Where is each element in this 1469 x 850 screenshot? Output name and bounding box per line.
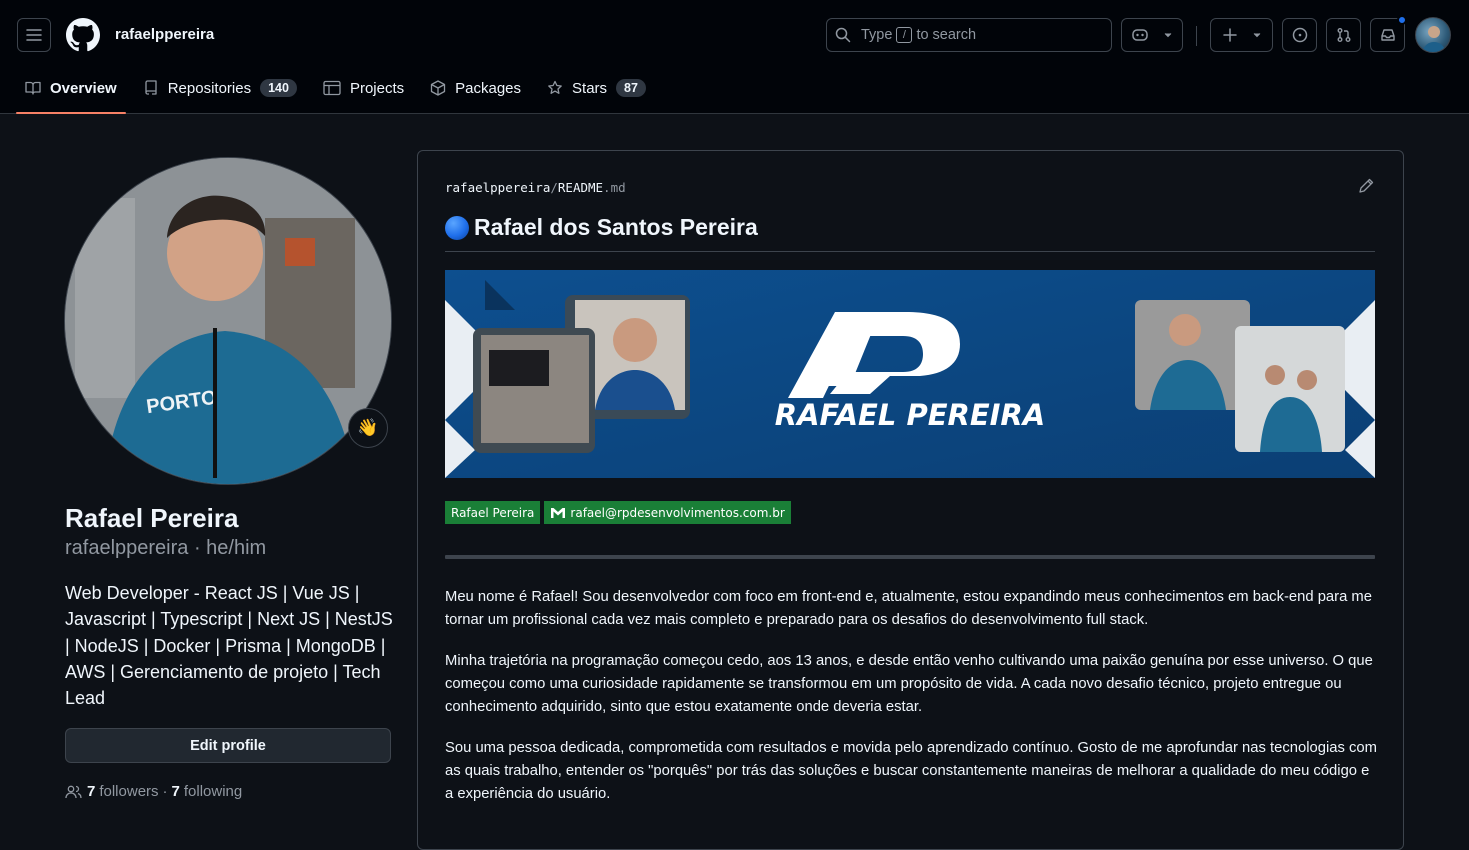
- email-badge[interactable]: rafael@rpdesenvolvimentos.com.br: [544, 501, 791, 524]
- following-count[interactable]: 7: [172, 783, 180, 800]
- contact-badges: Rafael Pereira rafael@rpdesenvolvimentos…: [445, 501, 795, 524]
- tab-repositories-label: Repositories: [167, 79, 252, 97]
- tab-packages-label: Packages: [455, 79, 522, 97]
- gmail-icon: [551, 507, 566, 518]
- hamburger-icon: [26, 29, 42, 41]
- chevron-down-icon: [1253, 33, 1260, 38]
- issue-opened-icon: [1292, 27, 1307, 43]
- top-header: rafaelppereira Type / to search Overview…: [0, 0, 1469, 114]
- search-icon: [835, 27, 851, 43]
- repositories-count-badge: 140: [260, 79, 297, 97]
- issues-button[interactable]: [1282, 18, 1317, 52]
- name-badge[interactable]: Rafael Pereira: [445, 501, 541, 524]
- status-emoji-button[interactable]: 👋: [348, 408, 388, 448]
- readme-owner-link[interactable]: rafaelppereira: [445, 180, 550, 195]
- follow-separator: ·: [162, 783, 168, 800]
- tab-packages[interactable]: Packages: [421, 70, 530, 106]
- waving-hand-icon: 👋: [357, 418, 379, 437]
- following-link[interactable]: following: [184, 783, 242, 800]
- tab-overview-label: Overview: [50, 79, 117, 97]
- profile-login-pronouns: rafaelppereira · he/him: [65, 537, 267, 559]
- edit-profile-button[interactable]: Edit profile: [65, 728, 391, 763]
- pull-requests-button[interactable]: [1326, 18, 1361, 52]
- banner-text: RAFAEL PEREIRA: [775, 398, 1045, 432]
- follow-stats: 7 followers · 7 following: [65, 783, 242, 800]
- email-badge-text: rafael@rpdesenvolvimentos.com.br: [570, 505, 785, 520]
- readme-paragraph: Meu nome é Rafael! Sou desenvolvedor com…: [445, 589, 1372, 628]
- header-divider: [1196, 26, 1197, 46]
- menu-button[interactable]: [17, 18, 51, 52]
- tab-stars[interactable]: Stars 87: [538, 70, 655, 106]
- star-icon: [548, 80, 562, 94]
- heading-divider: [445, 251, 1375, 252]
- pencil-icon: [1359, 178, 1374, 193]
- readme-file-link[interactable]: README: [558, 180, 603, 195]
- search-input[interactable]: Type / to search: [826, 18, 1112, 52]
- blue-circle-icon: [445, 215, 469, 240]
- tab-projects[interactable]: Projects: [314, 70, 413, 106]
- user-avatar-menu[interactable]: [1415, 17, 1451, 53]
- github-logo-icon[interactable]: [66, 18, 100, 52]
- followers-count[interactable]: 7: [87, 783, 95, 800]
- readme-file-extension: .md: [603, 180, 626, 195]
- readme-paragraph: Minha trajetória na programação começou …: [445, 653, 1373, 715]
- inbox-icon: [1380, 29, 1395, 41]
- profile-full-name: Rafael Pereira: [65, 503, 239, 533]
- create-new-button[interactable]: [1210, 18, 1273, 52]
- profile-bio: Web Developer - React JS | Vue JS | Java…: [65, 583, 393, 709]
- copilot-button[interactable]: [1121, 18, 1183, 52]
- notification-indicator: [1397, 15, 1407, 25]
- table-icon: [323, 80, 341, 96]
- chevron-down-icon: [1164, 33, 1172, 38]
- readme-banner-image: RAFAEL PEREIRA: [445, 270, 1375, 478]
- profile-readme-card: rafaelppereira/README.md Rafael dos Sant…: [417, 150, 1404, 850]
- tab-projects-label: Projects: [349, 79, 405, 97]
- book-icon: [25, 81, 41, 95]
- copilot-icon: [1132, 29, 1148, 41]
- readme-heading-text: Rafael dos Santos Pereira: [474, 214, 758, 240]
- profile-avatar[interactable]: PORTO: [64, 157, 392, 485]
- header-username[interactable]: rafaelppereira: [115, 26, 214, 43]
- tab-repositories[interactable]: Repositories 140: [134, 70, 306, 106]
- search-placeholder-suffix: to search: [916, 27, 977, 43]
- readme-paragraph: Sou uma pessoa dedicada, comprometida co…: [445, 740, 1377, 802]
- git-pull-request-icon: [1337, 28, 1350, 42]
- followers-link[interactable]: followers: [99, 783, 158, 800]
- edit-readme-button[interactable]: [1358, 178, 1374, 199]
- tab-overview[interactable]: Overview: [16, 70, 126, 114]
- readme-heading: Rafael dos Santos Pereira: [445, 214, 758, 241]
- readme-horizontal-rule: [445, 555, 1375, 559]
- package-icon: [430, 80, 446, 96]
- repo-icon: [145, 80, 157, 95]
- path-separator: /: [550, 180, 558, 195]
- search-placeholder-prefix: Type: [861, 27, 893, 43]
- people-icon: [65, 785, 82, 798]
- search-shortcut-key: /: [896, 27, 913, 43]
- tab-stars-label: Stars: [572, 79, 608, 97]
- plus-icon: [1222, 28, 1237, 42]
- profile-tabs: Overview Repositories 140 Projects Packa…: [16, 70, 663, 114]
- stars-count-badge: 87: [616, 79, 646, 97]
- readme-path: rafaelppereira/README.md: [445, 180, 626, 195]
